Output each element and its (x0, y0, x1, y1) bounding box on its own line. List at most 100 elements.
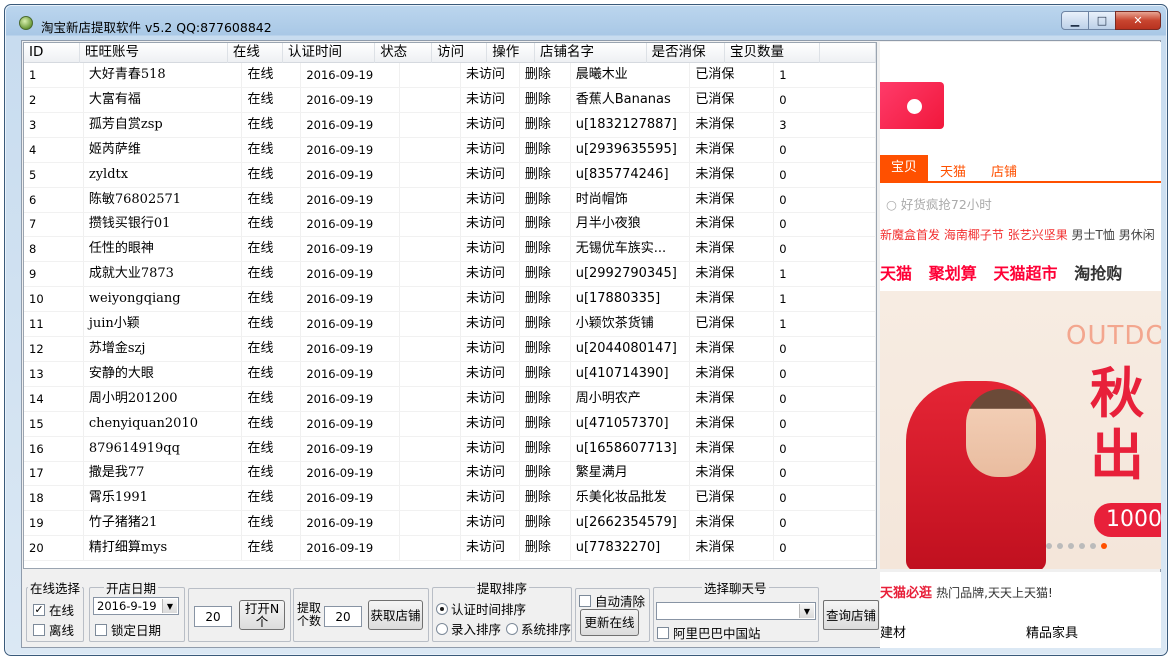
table-row[interactable]: 6 陈敏76802571 在线 2016-09-19 未访问 删除 时尚帽饰 未消保 0 (24, 187, 876, 213)
open-date-picker[interactable]: 2016-9-19 ▼ (93, 597, 179, 615)
table-row[interactable]: 8 任性的眼神 在线 2016-09-19 未访问 删除 无锡优车族实... 未消保 0 (24, 237, 876, 263)
cell-action[interactable]: 删除 (520, 461, 571, 486)
chat-account-select[interactable]: ▼ (656, 602, 816, 620)
table-row[interactable]: 19 竹子猪猪21 在线 2016-09-19 未访问 删除 u[2662354579] 未消… (24, 511, 876, 537)
header-col-status[interactable]: 状态 (375, 43, 433, 63)
hot-keyword[interactable]: 新魔盒首发 (880, 228, 940, 242)
cell-action[interactable]: 删除 (520, 411, 571, 436)
web-tab-shop[interactable]: 店铺 (991, 161, 1017, 180)
cell-action[interactable]: 删除 (520, 361, 571, 386)
banner-number: 10000 (1094, 503, 1161, 537)
table-row[interactable]: 15 chenyiquan2010 在线 2016-09-19 未访问 删除 u[47105… (24, 411, 876, 437)
close-button[interactable]: ✕ (1115, 11, 1161, 30)
open-n-button[interactable]: 打开N个 (239, 600, 285, 630)
channel-tmall[interactable]: 天猫 (880, 264, 912, 283)
table-row[interactable]: 7 攒钱买银行01 在线 2016-09-19 未访问 删除 月半小夜狼 未消保 0 (24, 212, 876, 238)
table-row[interactable]: 13 安静的大眼 在线 2016-09-19 未访问 删除 u[410714390] 未消保 0 (24, 361, 876, 387)
table-row[interactable]: 14 周小明201200 在线 2016-09-19 未访问 删除 周小明农产 未消保 0 (24, 386, 876, 412)
browser-panel[interactable]: 宝贝 天猫 店铺 ○ 好货疯抢72小时 新魔盒首发 海南椰子节 张艺兴坚果 男士… (880, 42, 1161, 569)
header-col-auth-time[interactable]: 认证时间 (283, 43, 376, 63)
table-row[interactable]: 3 孤芳自赏zsp 在线 2016-09-19 未访问 删除 u[1832127887] 未消… (24, 112, 876, 138)
hot-keyword[interactable]: 海南椰子节 (944, 228, 1004, 242)
cell-action[interactable]: 删除 (520, 312, 571, 336)
sort-by-entry-radio[interactable]: 录入排序 (436, 619, 501, 638)
open-count-input[interactable]: 20 (194, 606, 232, 627)
cell-action[interactable]: 删除 (520, 511, 571, 536)
header-col-online[interactable]: 在线 (228, 43, 283, 63)
table-row[interactable]: 1 大好青春518 在线 2016-09-19 未访问 删除 晨曦木业 已消保 1 (24, 63, 876, 88)
fetch-shops-button[interactable]: 获取店铺 (368, 600, 423, 630)
web-tab-baobei[interactable]: 宝贝 (880, 155, 928, 181)
cell-status (400, 436, 461, 461)
hot-keyword[interactable]: 张艺兴坚果 (1008, 228, 1068, 242)
channel-taoqianggou[interactable]: 淘抢购 (1074, 264, 1122, 283)
table-row[interactable]: 20 精打细算mys 在线 2016-09-19 未访问 删除 u[77832270] 未消保… (24, 536, 876, 562)
web-tab-tmall[interactable]: 天猫 (940, 161, 966, 180)
cell-id: 7 (24, 212, 84, 237)
web-search-input[interactable]: ○ 好货疯抢72小时 (886, 194, 992, 213)
table-row[interactable]: 10 weiyongqiang 在线 2016-09-19 未访问 删除 u[1788033… (24, 287, 876, 313)
cell-id: 6 (24, 187, 84, 212)
cell-action[interactable]: 删除 (520, 87, 571, 112)
online-checkbox[interactable]: ✓ 在线 (33, 600, 74, 619)
cell-action[interactable]: 删除 (520, 386, 571, 411)
carousel-dots[interactable] (1046, 543, 1112, 549)
header-col-item-count[interactable]: 宝贝数量 (725, 43, 820, 63)
cell-action[interactable]: 删除 (520, 63, 571, 87)
header-col-guarantee[interactable]: 是否消保 (647, 43, 725, 63)
cell-id: 2 (24, 87, 84, 112)
cell-id: 12 (24, 336, 84, 361)
cell-action[interactable]: 删除 (520, 212, 571, 237)
cell-action[interactable]: 删除 (520, 237, 571, 262)
table-row[interactable]: 18 霄乐1991 在线 2016-09-19 未访问 删除 乐美化妆品批发 已消保 0 (24, 486, 876, 512)
cell-action[interactable]: 删除 (520, 486, 571, 511)
cell-auth-time: 2016-09-19 (301, 212, 401, 237)
header-col-shop-name[interactable]: 店铺名字 (535, 43, 647, 63)
minimize-button[interactable]: ▁ (1061, 11, 1089, 30)
fetch-count-input[interactable]: 20 (324, 606, 362, 627)
channel-juhuasuan[interactable]: 聚划算 (929, 264, 977, 283)
cell-action[interactable]: 删除 (520, 336, 571, 361)
cell-action[interactable]: 删除 (520, 262, 571, 287)
cell-action[interactable]: 删除 (520, 162, 571, 187)
cell-item-count: 1 (774, 63, 876, 87)
header-col-visit[interactable]: 访问 (432, 43, 488, 63)
cell-action[interactable]: 删除 (520, 137, 571, 162)
table-row[interactable]: 12 苏增金szj 在线 2016-09-19 未访问 删除 u[2044080147] 未消… (24, 336, 876, 362)
cell-action[interactable]: 删除 (520, 536, 571, 561)
auto-clear-checkbox[interactable]: 自动清除 (579, 591, 645, 610)
promo-banner[interactable]: OUTDO 秋出 10000 (880, 291, 1161, 569)
cell-action[interactable]: 删除 (520, 112, 571, 137)
sort-by-system-radio[interactable]: 系统排序 (506, 619, 571, 638)
channel-tmall-market[interactable]: 天猫超市 (993, 264, 1057, 283)
hot-keyword[interactable]: 男士T恤 (1072, 228, 1115, 242)
table-row[interactable]: 4 姬芮萨维 在线 2016-09-19 未访问 删除 u[2939635595] 未消保 0 (24, 137, 876, 163)
maximize-button[interactable]: □ (1088, 11, 1116, 30)
table-row[interactable]: 11 juin小颖 在线 2016-09-19 未访问 删除 小颖饮茶货铺 已消保 1 (24, 312, 876, 337)
alibaba-checkbox[interactable]: 阿里巴巴中国站 (657, 623, 761, 642)
cell-action[interactable]: 删除 (520, 287, 571, 312)
cell-item-count: 0 (774, 336, 876, 361)
cell-action[interactable]: 删除 (520, 187, 571, 212)
cell-action[interactable]: 删除 (520, 436, 571, 461)
cell-shop-name: 乐美化妆品批发 (571, 486, 691, 511)
table-row[interactable]: 5 zyldtx 在线 2016-09-19 未访问 删除 u[835774246] 未消保 0 (24, 162, 876, 188)
cell-wangwang-account: weiyongqiang (84, 287, 243, 312)
table-row[interactable]: 9 成就大业7873 在线 2016-09-19 未访问 删除 u[2992790345] 未… (24, 262, 876, 288)
hot-keyword[interactable]: 男休闲 (1119, 228, 1155, 242)
header-col-action[interactable]: 操作 (487, 43, 535, 63)
query-shop-button[interactable]: 查询店铺 (823, 600, 879, 630)
header-col-id[interactable]: ID (24, 43, 81, 63)
offline-checkbox[interactable]: 离线 (33, 620, 74, 639)
header-col-wangwang-account[interactable]: 旺旺账号 (80, 43, 228, 63)
table-row[interactable]: 2 大富有福 在线 2016-09-19 未访问 删除 香蕉人Bananas 已消保 0 (24, 87, 876, 113)
table-row[interactable]: 17 撒是我77 在线 2016-09-19 未访问 删除 繁星满月 未消保 0 (24, 461, 876, 487)
cell-online: 在线 (242, 486, 302, 511)
cell-auth-time: 2016-09-19 (301, 386, 401, 411)
lock-date-checkbox[interactable]: 锁定日期 (95, 620, 161, 639)
shop-table[interactable]: ID 旺旺账号 在线 认证时间 状态 访问 操作 店铺名字 是否消保 宝贝数量 1 大好青春518 在… (23, 42, 877, 569)
title-bar[interactable]: 淘宝新店提取软件 v5.2 QQ:877608842 ▁ □ ✕ (5, 5, 1167, 38)
sort-by-auth-time-radio[interactable]: 认证时间排序 (436, 599, 526, 618)
table-row[interactable]: 16 879614919qq 在线 2016-09-19 未访问 删除 u[16586077… (24, 436, 876, 462)
refresh-online-button[interactable]: 更新在线 (580, 609, 639, 636)
